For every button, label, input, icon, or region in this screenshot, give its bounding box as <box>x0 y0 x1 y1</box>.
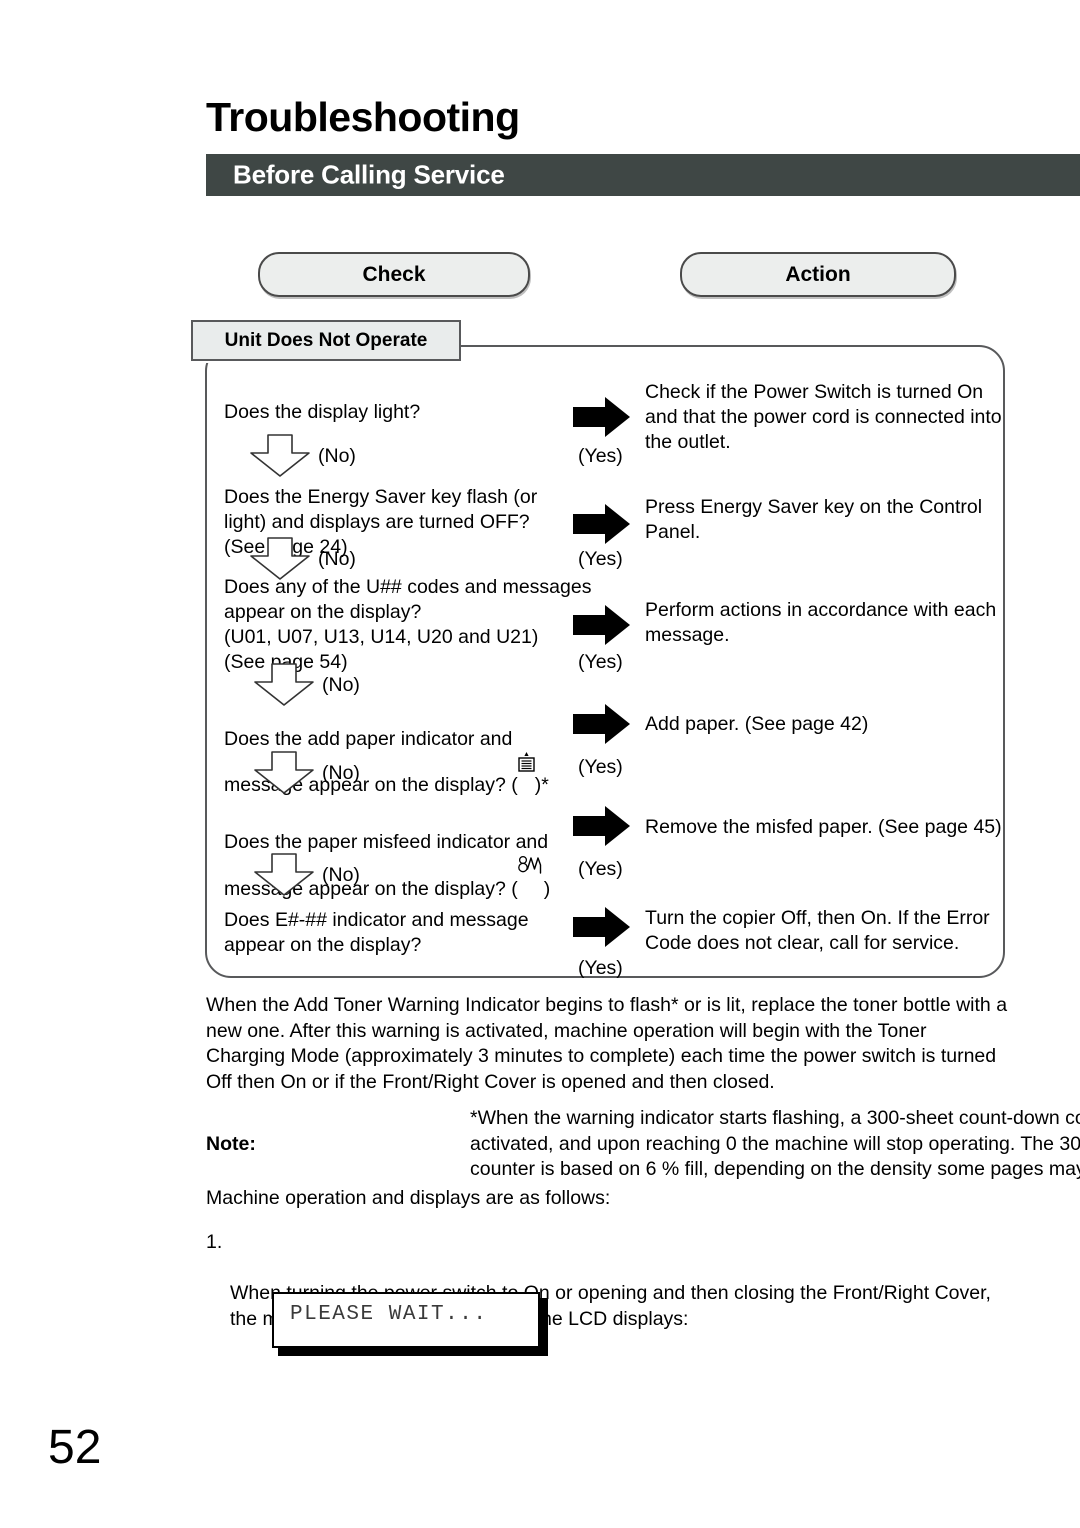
page-number: 52 <box>48 1421 102 1474</box>
check-step-5-text-post: ) <box>543 878 551 900</box>
action-step-3: Perform actions in accordance with each … <box>645 599 997 646</box>
no-arrow-5-icon <box>250 853 318 897</box>
no-arrow-1-icon <box>246 434 314 478</box>
check-column-header: Check <box>258 252 530 297</box>
check-step-1: Does the display light? <box>224 401 421 423</box>
yes-arrow-2-icon <box>572 503 632 545</box>
yes-arrow-4-icon <box>572 703 632 745</box>
yes-arrow-1-icon <box>572 396 632 438</box>
action-step-6: Turn the copier Off, then On. If the Err… <box>645 907 990 954</box>
check-column-label: Check <box>362 262 426 286</box>
document-page: Troubleshooting Before Calling Service C… <box>0 0 1080 1528</box>
misfeed-icon <box>517 855 544 874</box>
action-step-4: Add paper. (See page 42) <box>645 713 869 735</box>
yes-label-1: (Yes) <box>578 445 623 467</box>
machine-operation-intro: Machine operation and displays are as fo… <box>206 1187 611 1209</box>
yes-arrow-3-icon <box>572 604 632 646</box>
yes-label-3: (Yes) <box>578 651 623 673</box>
no-arrow-4-icon <box>250 751 318 795</box>
note-text: *When the warning indicator starts flash… <box>470 1107 1080 1180</box>
yes-label-2: (Yes) <box>578 548 623 570</box>
flowchart-group-label: Unit Does Not Operate <box>191 320 461 361</box>
action-column-header: Action <box>680 252 956 297</box>
action-step-2: Press Energy Saver key on the Control Pa… <box>645 496 983 543</box>
section-header-bar: Before Calling Service <box>206 154 1080 196</box>
add-paper-icon <box>518 752 535 772</box>
step-1-number: 1. <box>206 1231 223 1253</box>
check-step-6: Does E#-## indicator and message appear … <box>224 909 529 956</box>
yes-label-5: (Yes) <box>578 858 623 880</box>
no-label-1: (No) <box>318 445 356 467</box>
no-arrow-3-icon <box>250 663 318 707</box>
no-label-5: (No) <box>322 864 360 886</box>
action-step-5: Remove the misfed paper. (See page 45) <box>645 816 1002 838</box>
yes-label-4: (Yes) <box>578 756 623 778</box>
action-column-label: Action <box>785 262 851 286</box>
note-label: Note: <box>206 1132 256 1155</box>
section-title: Before Calling Service <box>233 159 505 190</box>
action-step-1: Check if the Power Switch is turned On a… <box>645 381 1002 453</box>
toner-warning-paragraph: When the Add Toner Warning Indicator beg… <box>206 994 1008 1093</box>
yes-arrow-5-icon <box>572 805 632 847</box>
no-label-3: (No) <box>322 674 360 696</box>
page-title: Troubleshooting <box>206 94 520 140</box>
check-step-4-text-post: )* <box>534 774 549 796</box>
flowchart-group-label-text: Unit Does Not Operate <box>224 329 428 351</box>
lcd-text: PLEASE WAIT... <box>290 1303 488 1326</box>
lcd-display: PLEASE WAIT... <box>272 1292 540 1348</box>
check-step-3: Does any of the U## codes and messages a… <box>224 576 592 673</box>
yes-arrow-6-icon <box>572 906 632 948</box>
yes-label-6: (Yes) <box>578 957 623 979</box>
no-label-2: (No) <box>318 548 356 570</box>
no-label-4: (No) <box>322 762 360 784</box>
note-block: Note: *When the warning indicator starts… <box>206 1106 1080 1183</box>
